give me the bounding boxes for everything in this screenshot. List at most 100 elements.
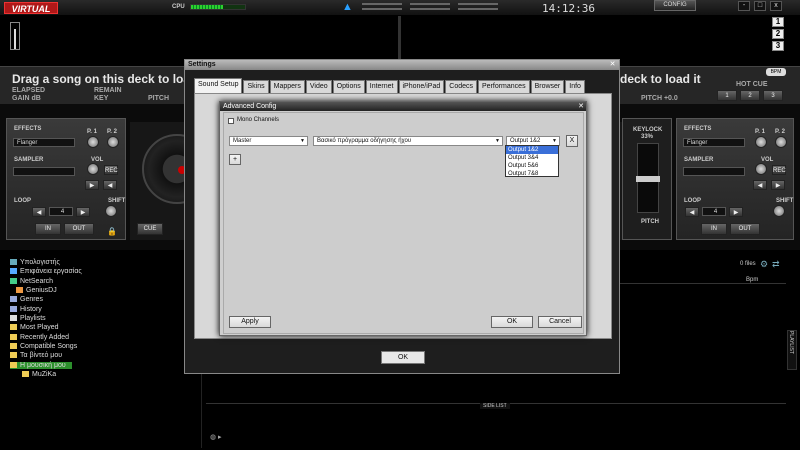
tree-item-netsearch[interactable]: NetSearch bbox=[10, 278, 53, 285]
loop-length[interactable]: 4 bbox=[49, 207, 73, 216]
ok-button[interactable]: OK bbox=[491, 316, 533, 328]
tree-item-my-music[interactable]: Η μουσική μου bbox=[10, 362, 72, 369]
tab-info[interactable]: Info bbox=[565, 80, 585, 93]
tab-browser[interactable]: Browser bbox=[530, 80, 565, 93]
cancel-button[interactable]: Cancel bbox=[538, 316, 582, 328]
tree-item-muzika[interactable]: MuZiKa bbox=[22, 371, 56, 378]
loop-half-button-right[interactable]: ◀ bbox=[685, 207, 699, 217]
loop-in-button[interactable]: IN bbox=[35, 223, 61, 235]
shift-knob-right[interactable] bbox=[773, 205, 785, 217]
output-option-3-4[interactable]: Output 3&4 bbox=[506, 154, 558, 162]
tree-item-recently-added[interactable]: Recently Added bbox=[10, 334, 69, 341]
p1-knob[interactable] bbox=[87, 136, 99, 148]
tree-item-playlists[interactable]: Playlists bbox=[10, 315, 46, 322]
sampler-vol-knob[interactable] bbox=[87, 163, 99, 175]
sampler-select-right[interactable] bbox=[683, 167, 745, 176]
tree-item-geniusdj[interactable]: GeniusDJ bbox=[16, 287, 57, 294]
p1-knob-right[interactable] bbox=[755, 136, 767, 148]
hot-cue-2[interactable]: 2 bbox=[740, 90, 760, 101]
cue-button[interactable]: CUE bbox=[137, 223, 163, 235]
sampler-vol-knob-right[interactable] bbox=[755, 163, 767, 175]
cpu-label: CPU bbox=[172, 4, 185, 10]
pitch-panel: KEYLOCK 33% PITCH bbox=[622, 118, 672, 240]
pitch-slider[interactable] bbox=[636, 143, 660, 213]
bpm-column-header[interactable]: Bpm bbox=[746, 277, 758, 283]
output-option-5-6[interactable]: Output 5&6 bbox=[506, 162, 558, 170]
side-list-tab[interactable]: SIDE LIST bbox=[480, 403, 510, 409]
channel-select[interactable]: Master ▼ bbox=[229, 136, 308, 146]
loop-out-button-right[interactable]: OUT bbox=[730, 223, 760, 235]
left-deck-drag-text: Drag a song on this deck to load it bbox=[12, 72, 209, 86]
tree-item-computer[interactable]: Υπολογιστής bbox=[10, 259, 60, 266]
effect-select-right[interactable]: Flanger bbox=[683, 138, 745, 147]
tab-options[interactable]: Options bbox=[332, 80, 365, 93]
rec-button[interactable]: REC bbox=[104, 165, 118, 175]
p2-knob[interactable] bbox=[107, 136, 119, 148]
left-control-panel: EFFECTS P. 1 P. 2 Flanger SAMPLER VOL RE… bbox=[6, 118, 126, 240]
sampler-select[interactable] bbox=[13, 167, 75, 176]
tree-item-compatible-songs[interactable]: Compatible Songs bbox=[10, 343, 77, 350]
config-button[interactable]: CONFIG bbox=[654, 0, 696, 11]
lock-icon: 🔒 bbox=[107, 227, 117, 236]
loop-out-button[interactable]: OUT bbox=[64, 223, 94, 235]
right-deck-drag-text: deck to load it bbox=[620, 72, 701, 86]
files-count: 0 files bbox=[740, 261, 756, 267]
output-dropdown-list: Output 1&2 Output 3&4 Output 5&6 Output … bbox=[505, 145, 559, 177]
loop-double-button[interactable]: ▶ bbox=[76, 207, 90, 217]
tab-performances[interactable]: Performances bbox=[478, 80, 530, 93]
loop-half-button[interactable]: ◀ bbox=[32, 207, 46, 217]
track-button-3[interactable]: 3 bbox=[772, 41, 784, 51]
tree-item-my-videos[interactable]: Τα βίντεό μου bbox=[10, 352, 62, 359]
shift-label: SHIFT bbox=[108, 198, 126, 204]
tree-item-genres[interactable]: Genres bbox=[10, 296, 43, 303]
output-option-1-2[interactable]: Output 1&2 bbox=[506, 146, 558, 154]
hot-cue-3[interactable]: 3 bbox=[763, 90, 783, 101]
folder-icon bbox=[10, 362, 17, 369]
sampler-prev-button[interactable]: ◀ bbox=[103, 180, 117, 190]
rec-button-right[interactable]: REC bbox=[772, 165, 786, 175]
tree-item-desktop[interactable]: Επιφάνεια εργασίας bbox=[10, 268, 82, 275]
sampler-play-button[interactable]: ▶ bbox=[85, 180, 99, 190]
tree-item-history[interactable]: History bbox=[10, 306, 42, 313]
p2-label-right: P. 2 bbox=[775, 129, 785, 135]
shift-knob[interactable] bbox=[105, 205, 117, 217]
advanced-close-icon[interactable]: ✕ bbox=[578, 102, 584, 110]
apply-button[interactable]: Apply bbox=[229, 316, 271, 328]
close-button[interactable]: x bbox=[770, 1, 782, 11]
tab-skins[interactable]: Skins bbox=[243, 80, 269, 93]
output-option-7-8[interactable]: Output 7&8 bbox=[506, 170, 558, 178]
tab-codecs[interactable]: Codecs bbox=[445, 80, 477, 93]
sidelist-icons[interactable]: ◍ ▸ bbox=[210, 433, 222, 441]
sampler-prev-button-right[interactable]: ◀ bbox=[753, 180, 767, 190]
loop-double-button-right[interactable]: ▶ bbox=[729, 207, 743, 217]
tab-iphone-ipad[interactable]: iPhone/iPad bbox=[398, 80, 445, 93]
tab-internet[interactable]: Internet bbox=[365, 80, 398, 93]
tab-video[interactable]: Video bbox=[305, 80, 332, 93]
maximize-button[interactable]: □ bbox=[754, 1, 766, 11]
settings-close-icon[interactable]: ✕ bbox=[608, 61, 617, 69]
p2-knob-right[interactable] bbox=[775, 136, 787, 148]
playlist-tab[interactable]: PLAYLIST bbox=[787, 330, 797, 370]
tab-sound-setup[interactable]: Sound Setup bbox=[194, 78, 243, 93]
add-line-button[interactable]: + bbox=[229, 154, 241, 165]
device-select[interactable]: Βασικό πρόγραμμα οδήγησης ήχου ▼ bbox=[313, 136, 503, 146]
track-button-2[interactable]: 2 bbox=[772, 29, 784, 39]
browse-icon[interactable]: ⇄ bbox=[772, 259, 780, 270]
clock: 14:12:36 bbox=[542, 2, 595, 15]
history-icon bbox=[10, 306, 17, 313]
search-options-icon[interactable]: ⚙ bbox=[760, 259, 768, 270]
sampler-play-button-right[interactable]: ▶ bbox=[771, 180, 785, 190]
hot-cue-1[interactable]: 1 bbox=[717, 90, 737, 101]
tree-item-most-played[interactable]: Most Played bbox=[10, 324, 59, 331]
pitch-label-right: PITCH +0.0 bbox=[641, 95, 678, 102]
geniusdj-icon bbox=[16, 287, 23, 294]
minimize-button[interactable]: - bbox=[738, 1, 750, 11]
mono-channels-checkbox[interactable] bbox=[228, 118, 234, 124]
track-button-1[interactable]: 1 bbox=[772, 17, 784, 27]
loop-length-right[interactable]: 4 bbox=[702, 207, 726, 216]
settings-ok-button[interactable]: OK bbox=[381, 351, 425, 364]
loop-in-button-right[interactable]: IN bbox=[701, 223, 727, 235]
remove-line-button[interactable]: X bbox=[566, 135, 578, 147]
tab-mappers[interactable]: Mappers bbox=[269, 80, 305, 93]
effect-select[interactable]: Flanger bbox=[13, 138, 75, 147]
